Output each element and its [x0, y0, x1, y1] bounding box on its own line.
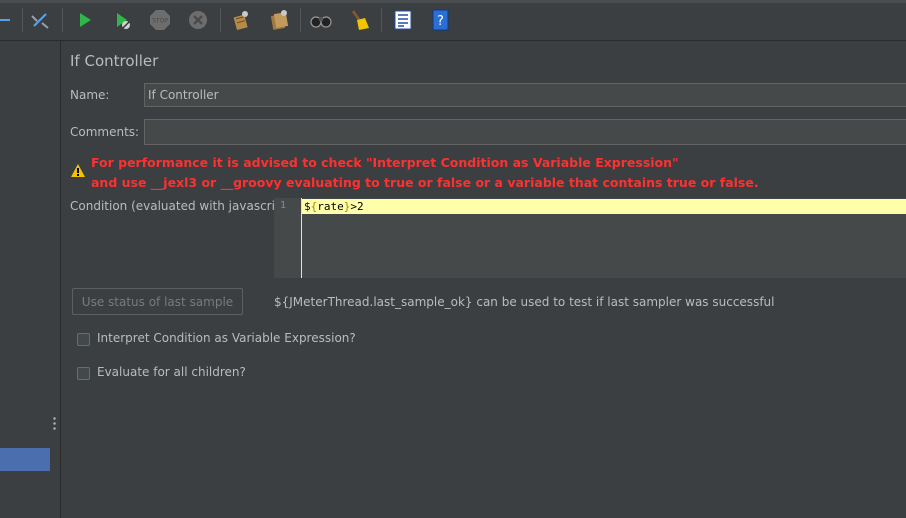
interpret-condition-checkbox[interactable] [77, 333, 90, 346]
stop-icon-label: STOP [152, 18, 168, 25]
toolbar-separator [381, 8, 382, 32]
warning-icon [70, 163, 86, 182]
search-icon[interactable] [309, 8, 333, 32]
current-line-highlight: ${rate}>2 [302, 199, 906, 214]
toolbar-separator [62, 8, 63, 32]
test-plan-tree[interactable] [0, 41, 50, 518]
clear-all-icon[interactable] [266, 8, 290, 32]
clear-icon[interactable] [228, 8, 252, 32]
code-variable: rate [317, 200, 344, 213]
editor-gutter: 1 [274, 198, 302, 278]
evaluate-children-label[interactable]: Evaluate for all children? [97, 365, 246, 379]
toolbar-separator [220, 8, 221, 32]
splitter-grip-icon[interactable] [53, 416, 56, 430]
condition-label: Condition (evaluated with javascript) [70, 199, 292, 213]
line-number: 1 [280, 200, 287, 211]
panel-title: If Controller [70, 52, 159, 70]
comments-field[interactable] [144, 119, 906, 145]
help-icon-label: ? [437, 14, 444, 29]
if-controller-panel: If Controller Name: If Controller Commen… [61, 41, 906, 518]
tree-selected-node[interactable] [0, 448, 50, 471]
stop-icon[interactable]: STOP [148, 8, 172, 32]
collapse-icon[interactable] [0, 8, 16, 32]
code-comparison: >2 [350, 200, 364, 213]
warning-text-line2: and use __jexl3 or __groovy evaluating t… [91, 175, 759, 190]
toolbar: STOP ? [0, 0, 906, 41]
interpret-condition-label[interactable]: Interpret Condition as Variable Expressi… [97, 331, 356, 345]
toolbar-separator [22, 8, 23, 32]
name-field[interactable]: If Controller [144, 83, 906, 107]
reset-search-icon[interactable] [347, 8, 371, 32]
condition-code[interactable]: ${rate}>2 [304, 200, 364, 213]
help-icon[interactable]: ? [428, 8, 452, 32]
comments-label: Comments: [70, 125, 140, 139]
start-icon[interactable] [72, 8, 96, 32]
shutdown-icon[interactable] [186, 8, 210, 32]
code-dollar: $ [304, 200, 311, 213]
toolbar-top-border [0, 0, 906, 3]
warning-text-line1: For performance it is advised to check "… [91, 155, 679, 170]
start-no-pauses-icon[interactable] [110, 8, 134, 32]
toggle-icon[interactable] [28, 8, 52, 32]
use-status-button[interactable]: Use status of last sample [72, 288, 243, 315]
split-pane-divider[interactable] [50, 41, 61, 518]
evaluate-children-checkbox[interactable] [77, 367, 90, 380]
toolbar-separator [300, 8, 301, 32]
condition-editor[interactable]: 1 ${rate}>2 [274, 198, 906, 278]
last-sample-hint: ${JMeterThread.last_sample_ok} can be us… [274, 295, 775, 309]
name-label: Name: [70, 88, 110, 102]
function-helper-icon[interactable] [391, 8, 415, 32]
